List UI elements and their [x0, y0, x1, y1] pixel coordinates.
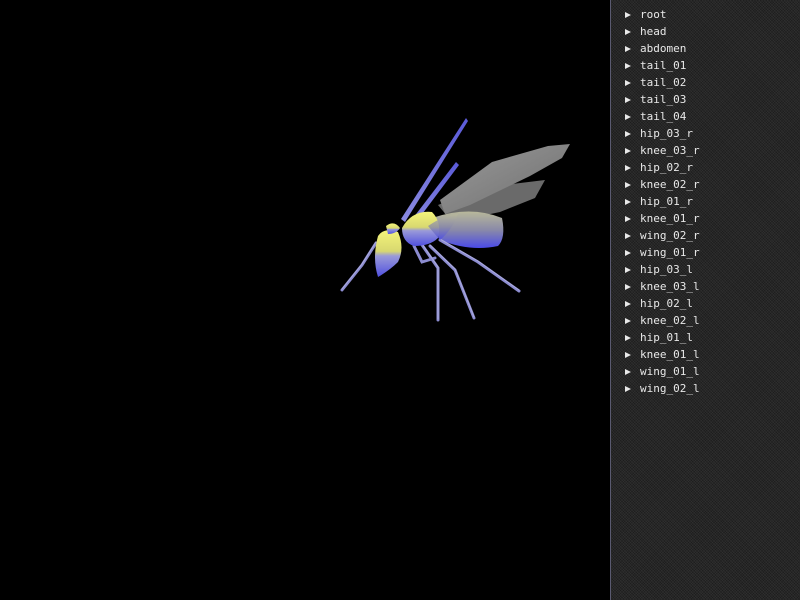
triangle-right-icon[interactable] [625, 164, 631, 171]
bone-label: tail_01 [640, 59, 687, 72]
wasp-model [340, 118, 570, 322]
triangle-right-icon[interactable] [625, 113, 631, 120]
bone-label: hip_02_r [640, 161, 693, 174]
bone-label: abdomen [640, 42, 687, 55]
bone-label: knee_01_r [640, 212, 700, 225]
triangle-right-icon[interactable] [625, 130, 631, 137]
bone-item-head[interactable]: head [625, 23, 800, 40]
triangle-right-icon[interactable] [625, 28, 631, 35]
bone-item-knee-01-r[interactable]: knee_01_r [625, 210, 800, 227]
bone-label: hip_03_l [640, 263, 693, 276]
head [375, 230, 402, 277]
bone-label: knee_02_r [640, 178, 700, 191]
triangle-right-icon[interactable] [625, 45, 631, 52]
triangle-right-icon[interactable] [625, 385, 631, 392]
triangle-right-icon[interactable] [625, 351, 631, 358]
bone-item-knee-02-r[interactable]: knee_02_r [625, 176, 800, 193]
bone-label: wing_01_l [640, 365, 700, 378]
bone-list: root head abdomen tail_01 tail_02 tail_03tail… [611, 0, 800, 397]
bone-label: wing_01_r [640, 246, 700, 259]
bone-item-wing-02-l[interactable]: wing_02_l [625, 380, 800, 397]
bone-label: wing_02_r [640, 229, 700, 242]
bone-label: knee_02_l [640, 314, 700, 327]
bone-label: tail_02 [640, 76, 687, 89]
triangle-right-icon[interactable] [625, 215, 631, 222]
bone-label: hip_03_r [640, 127, 693, 140]
bone-label: head [640, 25, 667, 38]
bone-label: hip_01_r [640, 195, 693, 208]
bone-item-wing-01-r[interactable]: wing_01_r [625, 244, 800, 261]
bone-item-knee-01-l[interactable]: knee_01_l [625, 346, 800, 363]
bone-item-knee-03-r[interactable]: knee_03_r [625, 142, 800, 159]
bone-label: knee_01_l [640, 348, 700, 361]
bone-hierarchy-panel: root head abdomen tail_01 tail_02 tail_03tail… [610, 0, 800, 600]
triangle-right-icon[interactable] [625, 368, 631, 375]
bone-item-hip-03-r[interactable]: hip_03_r [625, 125, 800, 142]
bone-label: hip_02_l [640, 297, 693, 310]
bone-item-hip-01-r[interactable]: hip_01_r [625, 193, 800, 210]
bone-label: hip_01_l [640, 331, 693, 344]
bone-label: tail_03 [640, 93, 687, 106]
3d-viewport[interactable] [0, 0, 610, 600]
triangle-right-icon[interactable] [625, 266, 631, 273]
bone-item-tail-04[interactable]: tail_04 [625, 108, 800, 125]
bone-item-hip-02-r[interactable]: hip_02_r [625, 159, 800, 176]
triangle-right-icon[interactable] [625, 283, 631, 290]
triangle-right-icon[interactable] [625, 232, 631, 239]
bone-label: knee_03_r [640, 144, 700, 157]
bone-item-hip-02-l[interactable]: hip_02_l [625, 295, 800, 312]
bone-label: wing_02_l [640, 382, 700, 395]
bone-item-tail-02[interactable]: tail_02 [625, 74, 800, 91]
triangle-right-icon[interactable] [625, 317, 631, 324]
bone-label: tail_04 [640, 110, 687, 123]
bone-item-hip-03-l[interactable]: hip_03_l [625, 261, 800, 278]
triangle-right-icon[interactable] [625, 96, 631, 103]
bone-item-knee-03-l[interactable]: knee_03_l [625, 278, 800, 295]
bone-label: root [640, 8, 667, 21]
bone-item-wing-01-l[interactable]: wing_01_l [625, 363, 800, 380]
bone-item-knee-02-l[interactable]: knee_02_l [625, 312, 800, 329]
triangle-right-icon[interactable] [625, 300, 631, 307]
bone-item-wing-02-r[interactable]: wing_02_r [625, 227, 800, 244]
bone-item-root[interactable]: root [625, 6, 800, 23]
triangle-right-icon[interactable] [625, 249, 631, 256]
bone-item-tail-01[interactable]: tail_01 [625, 57, 800, 74]
triangle-right-icon[interactable] [625, 147, 631, 154]
triangle-right-icon[interactable] [625, 79, 631, 86]
triangle-right-icon[interactable] [625, 198, 631, 205]
bone-label: knee_03_l [640, 280, 700, 293]
triangle-right-icon[interactable] [625, 62, 631, 69]
triangle-right-icon[interactable] [625, 11, 631, 18]
bone-item-tail-03[interactable]: tail_03 [625, 91, 800, 108]
legs [340, 238, 521, 322]
bone-item-hip-01-l[interactable]: hip_01_l [625, 329, 800, 346]
bone-item-abdomen[interactable]: abdomen [625, 40, 800, 57]
triangle-right-icon[interactable] [625, 334, 631, 341]
triangle-right-icon[interactable] [625, 181, 631, 188]
